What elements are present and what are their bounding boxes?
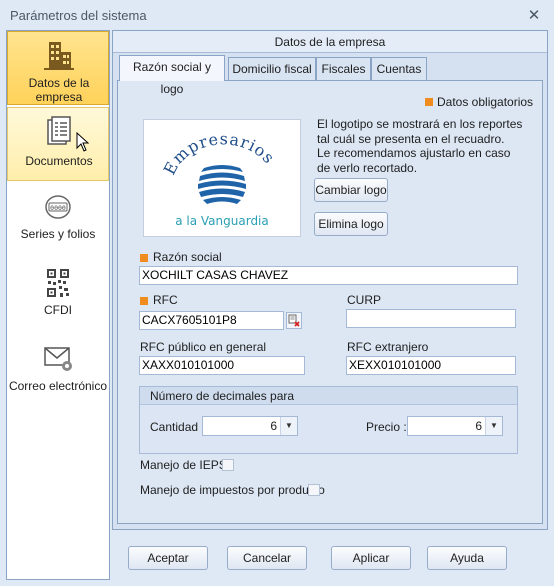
sidebar-item-label: Documentos — [25, 154, 93, 168]
tab-razon-social[interactable]: Razón social y logo — [119, 55, 225, 96]
tab-domicilio-fiscal[interactable]: Domicilio fiscal — [228, 57, 316, 80]
chevron-down-icon[interactable]: ▼ — [280, 417, 297, 435]
precio-value: 6 — [475, 419, 482, 433]
logo-preview: Empresarios a la Vanguardia — [143, 119, 301, 237]
remove-logo-button[interactable]: Elimina logo — [314, 212, 388, 236]
sidebar-item-correo[interactable]: Correo electrónico — [7, 335, 109, 409]
cantidad-label: Cantidad : — [150, 420, 205, 434]
email-gear-icon — [44, 347, 72, 371]
impuestos-producto-label: Manejo de impuestos por producto — [140, 483, 325, 497]
rfc-extranjero-input[interactable]: XEXX010101000 — [346, 356, 516, 375]
sidebar: Datos de la empresa Documentos 0000 Serie… — [6, 30, 110, 580]
curp-input[interactable] — [346, 309, 516, 328]
title-bar: Parámetros del sistema ✕ — [0, 0, 554, 30]
sidebar-item-label: Correo electrónico — [8, 379, 108, 393]
building-icon — [44, 42, 74, 70]
main-panel: Datos de la empresa Razón social y logo … — [112, 30, 548, 530]
razon-social-input[interactable]: XOCHILT CASAS CHAVEZ — [139, 266, 518, 285]
required-legend: Datos obligatorios — [437, 95, 534, 109]
sidebar-item-label: Series y folios — [20, 227, 96, 241]
apply-button[interactable]: Aplicar — [331, 546, 411, 570]
cantidad-stepper[interactable]: 6 ▼ — [202, 416, 298, 436]
mouse-cursor-icon — [76, 132, 90, 152]
clear-rfc-icon[interactable] — [286, 312, 302, 329]
required-marker — [140, 297, 148, 305]
required-marker — [140, 254, 148, 262]
sidebar-item-documentos[interactable]: Documentos — [7, 107, 109, 181]
tab-panel-razon-social: Datos obligatorios Empresarios a la Vang… — [117, 80, 543, 524]
series-counter-icon: 0000 — [45, 195, 71, 219]
chevron-down-icon[interactable]: ▼ — [485, 417, 502, 435]
help-button[interactable]: Ayuda — [427, 546, 507, 570]
impuestos-producto-checkbox[interactable] — [308, 484, 320, 496]
rfc-publico-label: RFC público en general — [140, 340, 267, 354]
rfc-extranjero-label: RFC extranjero — [347, 340, 429, 354]
rfc-input[interactable]: CACX7605101P8 — [139, 311, 284, 330]
sidebar-item-series-folios[interactable]: 0000 Series y folios — [7, 183, 109, 257]
decimals-group: Número de decimales para Cantidad : 6 ▼ … — [139, 386, 518, 454]
documents-icon — [47, 116, 71, 145]
company-logo-image: Empresarios a la Vanguardia — [160, 129, 278, 228]
rfc-publico-input[interactable]: XAXX010101000 — [139, 356, 305, 375]
group-title: Datos de la empresa — [113, 31, 547, 53]
decimals-group-title: Número de decimales para — [150, 389, 295, 403]
cantidad-value: 6 — [270, 419, 277, 433]
tab-cuentas[interactable]: Cuentas — [371, 57, 427, 80]
ieps-checkbox[interactable] — [222, 459, 234, 471]
cancel-button[interactable]: Cancelar — [227, 546, 307, 570]
close-icon[interactable]: ✕ — [522, 6, 546, 26]
sidebar-item-datos-empresa[interactable]: Datos de la empresa — [7, 31, 109, 105]
required-marker — [425, 98, 433, 106]
qr-code-icon — [47, 269, 69, 297]
sidebar-item-label: Datos de la empresa — [28, 76, 90, 104]
curp-label: CURP — [347, 293, 382, 307]
rfc-label: RFC — [153, 293, 178, 307]
precio-stepper[interactable]: 6 ▼ — [407, 416, 503, 436]
svg-text:0000: 0000 — [50, 204, 66, 212]
globe-icon — [198, 160, 246, 208]
razon-social-label: Razón social — [153, 250, 222, 264]
logo-note: El logotipo se mostrará en los reportes … — [317, 117, 523, 175]
change-logo-button[interactable]: Cambiar logo — [314, 178, 388, 202]
sidebar-item-cfdi[interactable]: CFDI — [7, 259, 109, 333]
tab-fiscales[interactable]: Fiscales — [316, 57, 371, 80]
accept-button[interactable]: Aceptar — [128, 546, 208, 570]
logo-text-vanguardia: a la Vanguardia — [175, 214, 269, 228]
ieps-label: Manejo de IEPS — [140, 458, 227, 472]
sidebar-item-label: CFDI — [44, 303, 72, 317]
precio-label: Precio : — [366, 420, 407, 434]
window-title: Parámetros del sistema — [10, 8, 147, 23]
